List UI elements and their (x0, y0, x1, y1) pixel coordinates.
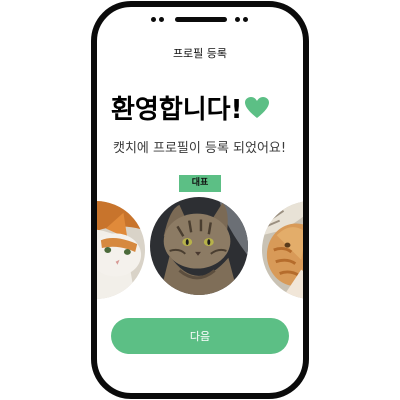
phone-frame: 프로필 등록 환영합니다! 캣치에 프로필이 등록 되었어요! 대표 다음 (91, 1, 309, 399)
profile-photo-carousel[interactable] (97, 197, 303, 307)
page-title: 프로필 등록 (172, 47, 228, 60)
notch-bar (175, 17, 227, 22)
notch-dot (151, 17, 156, 22)
heart-icon (244, 96, 270, 120)
welcome-heading: 환영합니다! (111, 89, 270, 126)
cat-photo-calico[interactable] (97, 201, 145, 299)
cat-photo-tabby[interactable] (150, 197, 248, 295)
welcome-text: 환영합니다! (111, 95, 243, 125)
status-notch (97, 15, 303, 25)
notch-dot (159, 17, 164, 22)
next-button[interactable]: 다음 (111, 318, 289, 354)
notch-dot (243, 17, 248, 22)
representative-badge: 대표 (179, 175, 221, 192)
notch-dot (235, 17, 240, 22)
subtitle-text: 캣치에 프로필이 등록 되었어요! (113, 141, 287, 156)
cat-photo-orange[interactable] (262, 201, 303, 299)
